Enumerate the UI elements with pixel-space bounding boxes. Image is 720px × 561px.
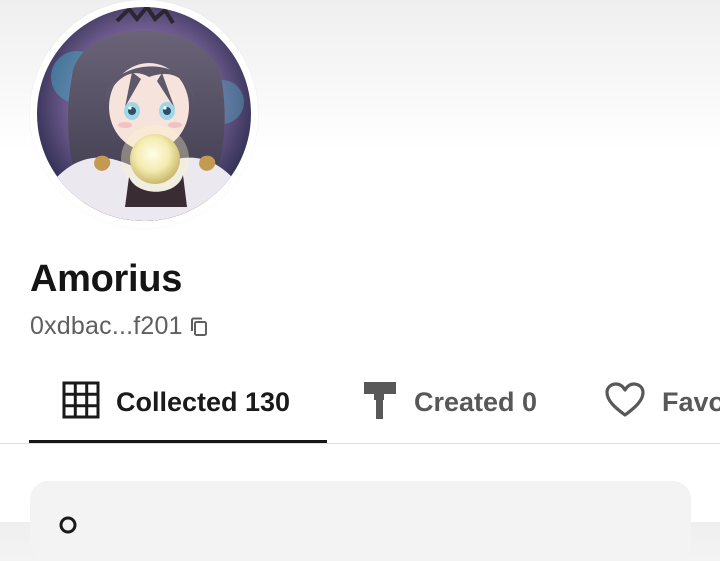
tab-created-label: Created 0 (414, 386, 538, 417)
wallet-address: 0xdbac...f201 (30, 312, 183, 340)
tabs-divider (0, 443, 720, 444)
profile-name: Amorius (30, 258, 183, 300)
avatar[interactable] (37, 7, 251, 221)
tab-collected-label: Collected 130 (116, 386, 291, 417)
copy-icon[interactable] (189, 316, 211, 338)
grid-icon (62, 381, 100, 424)
tab-created[interactable]: Created 0 (362, 365, 537, 439)
search-icon (58, 515, 80, 537)
profile-tabs: Collected 130 Created 0 Favo (0, 365, 720, 445)
tab-collected[interactable]: Collected 130 (62, 365, 290, 439)
tab-favorites-label: Favo (662, 386, 720, 417)
paint-roller-icon (362, 380, 398, 425)
tab-favorites[interactable]: Favo (604, 365, 720, 439)
wallet-address-row: 0xdbac...f201 (30, 312, 211, 341)
content-card[interactable] (30, 481, 691, 561)
heart-icon (604, 381, 646, 424)
avatar-illustration (37, 7, 251, 221)
